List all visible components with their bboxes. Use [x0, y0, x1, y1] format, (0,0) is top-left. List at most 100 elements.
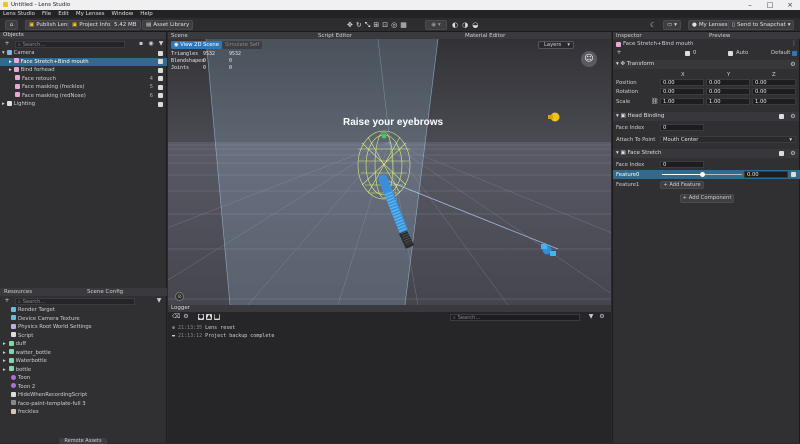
face-stretch-header[interactable]: ▾ ▣ Face Stretch ⚙ [613, 149, 799, 158]
tab-inspector[interactable]: Inspector [616, 33, 642, 39]
snap-icon[interactable]: ▦ [400, 21, 407, 30]
tab-material-editor[interactable]: Material Editor [465, 33, 505, 39]
default-color-icon[interactable] [792, 51, 797, 56]
tab-scene[interactable]: Scene [171, 33, 188, 39]
resource-item[interactable]: ▸ Waterbottle [0, 357, 167, 366]
rect-tool-icon[interactable]: ⊞ [373, 21, 379, 30]
object-enabled-checkbox[interactable] [158, 101, 163, 107]
head-binding-enabled-checkbox[interactable] [779, 114, 784, 119]
menu-edit[interactable]: Edit [58, 11, 69, 17]
settings-log-icon[interactable]: ⚙ [183, 314, 189, 320]
position-x-field[interactable]: 0.00 [660, 79, 704, 86]
menu-help[interactable]: Help [140, 11, 153, 17]
add-object-icon[interactable]: + [4, 41, 10, 47]
rotation-z-field[interactable]: 0.00 [752, 88, 796, 95]
menu-my-lenses[interactable]: My Lenses [76, 11, 105, 17]
error-filter-icon[interactable]: ■ [214, 314, 220, 320]
filter-icon[interactable]: ▼ [588, 314, 594, 320]
resource-item[interactable]: Render Target [0, 306, 167, 315]
add-component-button[interactable]: + Add Component [680, 194, 734, 203]
scale-z-field[interactable]: 1.00 [752, 98, 796, 105]
menu-window[interactable]: Window [112, 11, 134, 17]
position-z-field[interactable]: 0.00 [752, 79, 796, 86]
feature0-slider-knob[interactable] [699, 172, 705, 177]
position-y-field[interactable]: 0.00 [706, 79, 750, 86]
tab-script-editor[interactable]: Script Editor [318, 33, 352, 39]
menu-lens-studio[interactable]: Lens Studio [3, 11, 35, 17]
pivot-icon[interactable]: ◎ [391, 21, 397, 30]
my-lenses-button[interactable]: ● My Lenses [688, 20, 732, 30]
attach-to-point-dropdown[interactable]: Mouth Center ▾ [660, 136, 796, 143]
resource-item[interactable]: Script [0, 332, 167, 341]
feature0-value-field[interactable]: 0.00 [744, 171, 788, 178]
objects-search-input[interactable]: ⌕ Search... [15, 40, 125, 48]
menu-file[interactable]: File [42, 11, 51, 17]
asset-library-button[interactable]: ▤ Asset Library [142, 20, 194, 30]
expand-icon[interactable]: ▸ [9, 59, 12, 65]
resource-item[interactable]: face-paint-template-full 3 [0, 400, 167, 409]
tab-resources[interactable]: Resources [4, 289, 32, 295]
expand-icon[interactable]: ▸ [3, 350, 6, 356]
move-tool-icon[interactable]: ✥ [347, 21, 353, 30]
layers-dropdown[interactable]: Layers ▾ [538, 41, 574, 49]
expand-icon[interactable]: ▸ [3, 367, 6, 373]
display-dropdown[interactable]: ▭ ▾ [663, 20, 681, 30]
object-enabled-checkbox[interactable] [158, 50, 163, 56]
link-scale-icon[interactable]: ⛓ [651, 99, 659, 105]
resource-item[interactable]: Device Camera Texture [0, 315, 167, 324]
object-enabled-checkbox[interactable] [158, 84, 163, 90]
lock-icon[interactable]: ▪ [138, 41, 144, 47]
project-info-button[interactable]: ▣ Project Info [68, 20, 115, 30]
object-enabled-checkbox[interactable] [158, 59, 163, 64]
gear-icon[interactable]: ⚙ [790, 113, 796, 120]
resource-item[interactable]: Physics Root World Settings [0, 323, 167, 332]
face-index-field[interactable]: 0 [660, 124, 704, 131]
filter-icon[interactable]: ▼ [156, 298, 162, 304]
warning-filter-icon[interactable]: ▲ [206, 314, 212, 320]
filter-icon[interactable]: ▼ [158, 41, 164, 47]
auto-checkbox[interactable] [728, 51, 733, 56]
feature0-slider[interactable] [662, 172, 742, 177]
object-face-retouch[interactable]: Face retouch 4 [0, 75, 167, 84]
gear-icon[interactable]: ⚙ [790, 150, 796, 157]
stretch-face-index-field[interactable]: 0 [660, 161, 704, 168]
logger-search-input[interactable]: ⌕ Search... [450, 313, 580, 321]
pair-icon[interactable]: ◑ [462, 21, 468, 29]
scale-y-field[interactable]: 1.00 [706, 98, 750, 105]
rotate-tool-icon[interactable]: ↻ [356, 21, 362, 30]
transform-header[interactable]: ▾ ✥ Transform ⚙ [613, 60, 799, 69]
add-resource-icon[interactable]: + [4, 298, 10, 304]
rotation-x-field[interactable]: 0.00 [660, 88, 704, 95]
preview-icon[interactable]: ◒ [472, 21, 478, 29]
scale-x-field[interactable]: 1.00 [660, 98, 704, 105]
object-camera[interactable]: ▾ Camera [0, 49, 167, 58]
resource-item[interactable]: HideWhenRecordingScript [0, 391, 167, 400]
object-lighting[interactable]: ▸ Lighting [0, 100, 167, 109]
rotation-y-field[interactable]: 0.00 [706, 88, 750, 95]
simulate-button[interactable]: Simulate Self [222, 41, 263, 49]
gizmo-toggle-icon[interactable]: ⊙ [175, 292, 184, 301]
theme-icon[interactable]: ☾ [650, 21, 656, 29]
resource-item[interactable]: Toon 2 [0, 383, 167, 392]
minimize-icon[interactable]: – [740, 0, 760, 10]
send-to-snapchat-button[interactable]: ▯ Send to Snapchat ▾ [728, 20, 794, 30]
object-face-stretch[interactable]: ▸ Face Stretch+Bind mouth [0, 57, 167, 66]
camera-icon[interactable]: ◐ [452, 21, 458, 29]
view-2d-scene-button[interactable]: ◉ View 2D Scene [171, 41, 222, 49]
resource-item[interactable]: Toon [0, 374, 167, 383]
layer-swatch[interactable] [685, 51, 690, 56]
object-name[interactable]: Face Stretch+Bind mouth [623, 41, 694, 47]
expand-icon[interactable]: ▾ [2, 50, 5, 56]
gear-icon[interactable]: ⚙ [790, 61, 796, 68]
home-button[interactable]: ⌂ [5, 20, 18, 30]
face-stretch-enabled-checkbox[interactable] [779, 151, 784, 156]
remote-assets-button[interactable]: Remote Assets [59, 438, 107, 444]
clear-log-icon[interactable]: ⌫ [172, 314, 180, 320]
publish-lens-button[interactable]: ▣ Publish Lens [25, 20, 75, 30]
expand-icon[interactable]: ▸ [3, 341, 6, 347]
more-options-icon[interactable]: ⋮ [791, 41, 797, 47]
local-space-icon[interactable]: ⊡ [382, 21, 388, 30]
tab-scene-config[interactable]: Scene Config [87, 289, 123, 295]
tab-preview[interactable]: Preview [709, 33, 730, 39]
maximize-icon[interactable]: □ [760, 0, 780, 10]
